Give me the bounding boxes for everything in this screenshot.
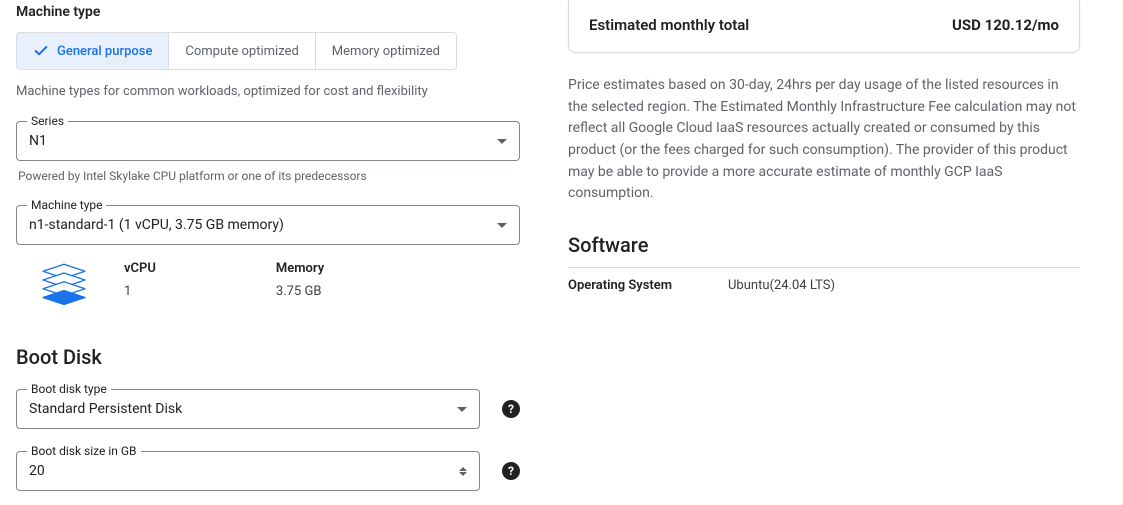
boot-disk-type-select[interactable]: Boot disk type Standard Persistent Disk [16, 389, 480, 429]
machine-type-select[interactable]: Machine type n1-standard-1 (1 vCPU, 3.75… [16, 205, 520, 245]
boot-disk-type-value: Standard Persistent Disk [29, 401, 457, 417]
stepper-down-icon[interactable] [459, 472, 467, 476]
software-title: Software [568, 233, 1080, 257]
estimated-total-value: USD 120.12/mo [952, 16, 1059, 34]
machine-type-title: Machine type [16, 4, 520, 20]
estimated-total-card: Estimated monthly total USD 120.12/mo [568, 0, 1080, 53]
machine-specs: vCPU 1 Memory 3.75 GB [16, 259, 520, 315]
boot-disk-title: Boot Disk [16, 345, 520, 369]
tab-label: General purpose [57, 44, 152, 59]
vcpu-header: vCPU [124, 261, 156, 276]
series-hint: Powered by Intel Skylake CPU platform or… [16, 169, 520, 183]
machine-type-tab-description: Machine types for common workloads, opti… [16, 84, 520, 99]
machine-type-tabs: General purpose Compute optimized Memory… [16, 32, 457, 70]
tab-compute-optimized[interactable]: Compute optimized [168, 33, 314, 69]
software-os-label: Operating System [568, 278, 728, 293]
tab-memory-optimized[interactable]: Memory optimized [315, 33, 456, 69]
tab-general-purpose[interactable]: General purpose [17, 33, 168, 69]
pricing-disclaimer: Price estimates based on 30-day, 24hrs p… [568, 75, 1080, 205]
chevron-down-icon [497, 139, 507, 144]
tab-label: Compute optimized [185, 44, 298, 59]
help-icon[interactable]: ? [502, 462, 520, 480]
software-os-value: Ubuntu(24.04 LTS) [728, 278, 835, 293]
boot-disk-size-input[interactable]: Boot disk size in GB [16, 451, 480, 491]
series-value: N1 [29, 133, 497, 149]
estimated-total-label: Estimated monthly total [589, 16, 749, 34]
stepper-up-icon[interactable] [459, 467, 467, 471]
boot-disk-type-label: Boot disk type [27, 382, 111, 396]
check-icon [33, 43, 49, 59]
vcpu-value: 1 [124, 284, 156, 299]
chevron-down-icon [457, 407, 467, 412]
memory-value: 3.75 GB [276, 284, 324, 299]
machine-type-label: Machine type [27, 198, 106, 212]
number-stepper[interactable] [459, 467, 467, 476]
stack-icon [36, 259, 92, 315]
memory-header: Memory [276, 261, 324, 276]
boot-disk-size-value[interactable] [29, 463, 453, 479]
chevron-down-icon [497, 223, 507, 228]
help-icon[interactable]: ? [502, 400, 520, 418]
boot-disk-size-label: Boot disk size in GB [27, 444, 141, 458]
tab-label: Memory optimized [332, 44, 440, 59]
series-select[interactable]: Series N1 [16, 121, 520, 161]
software-os-row: Operating System Ubuntu(24.04 LTS) [568, 267, 1080, 293]
series-label: Series [27, 114, 68, 128]
machine-type-value: n1-standard-1 (1 vCPU, 3.75 GB memory) [29, 217, 497, 233]
